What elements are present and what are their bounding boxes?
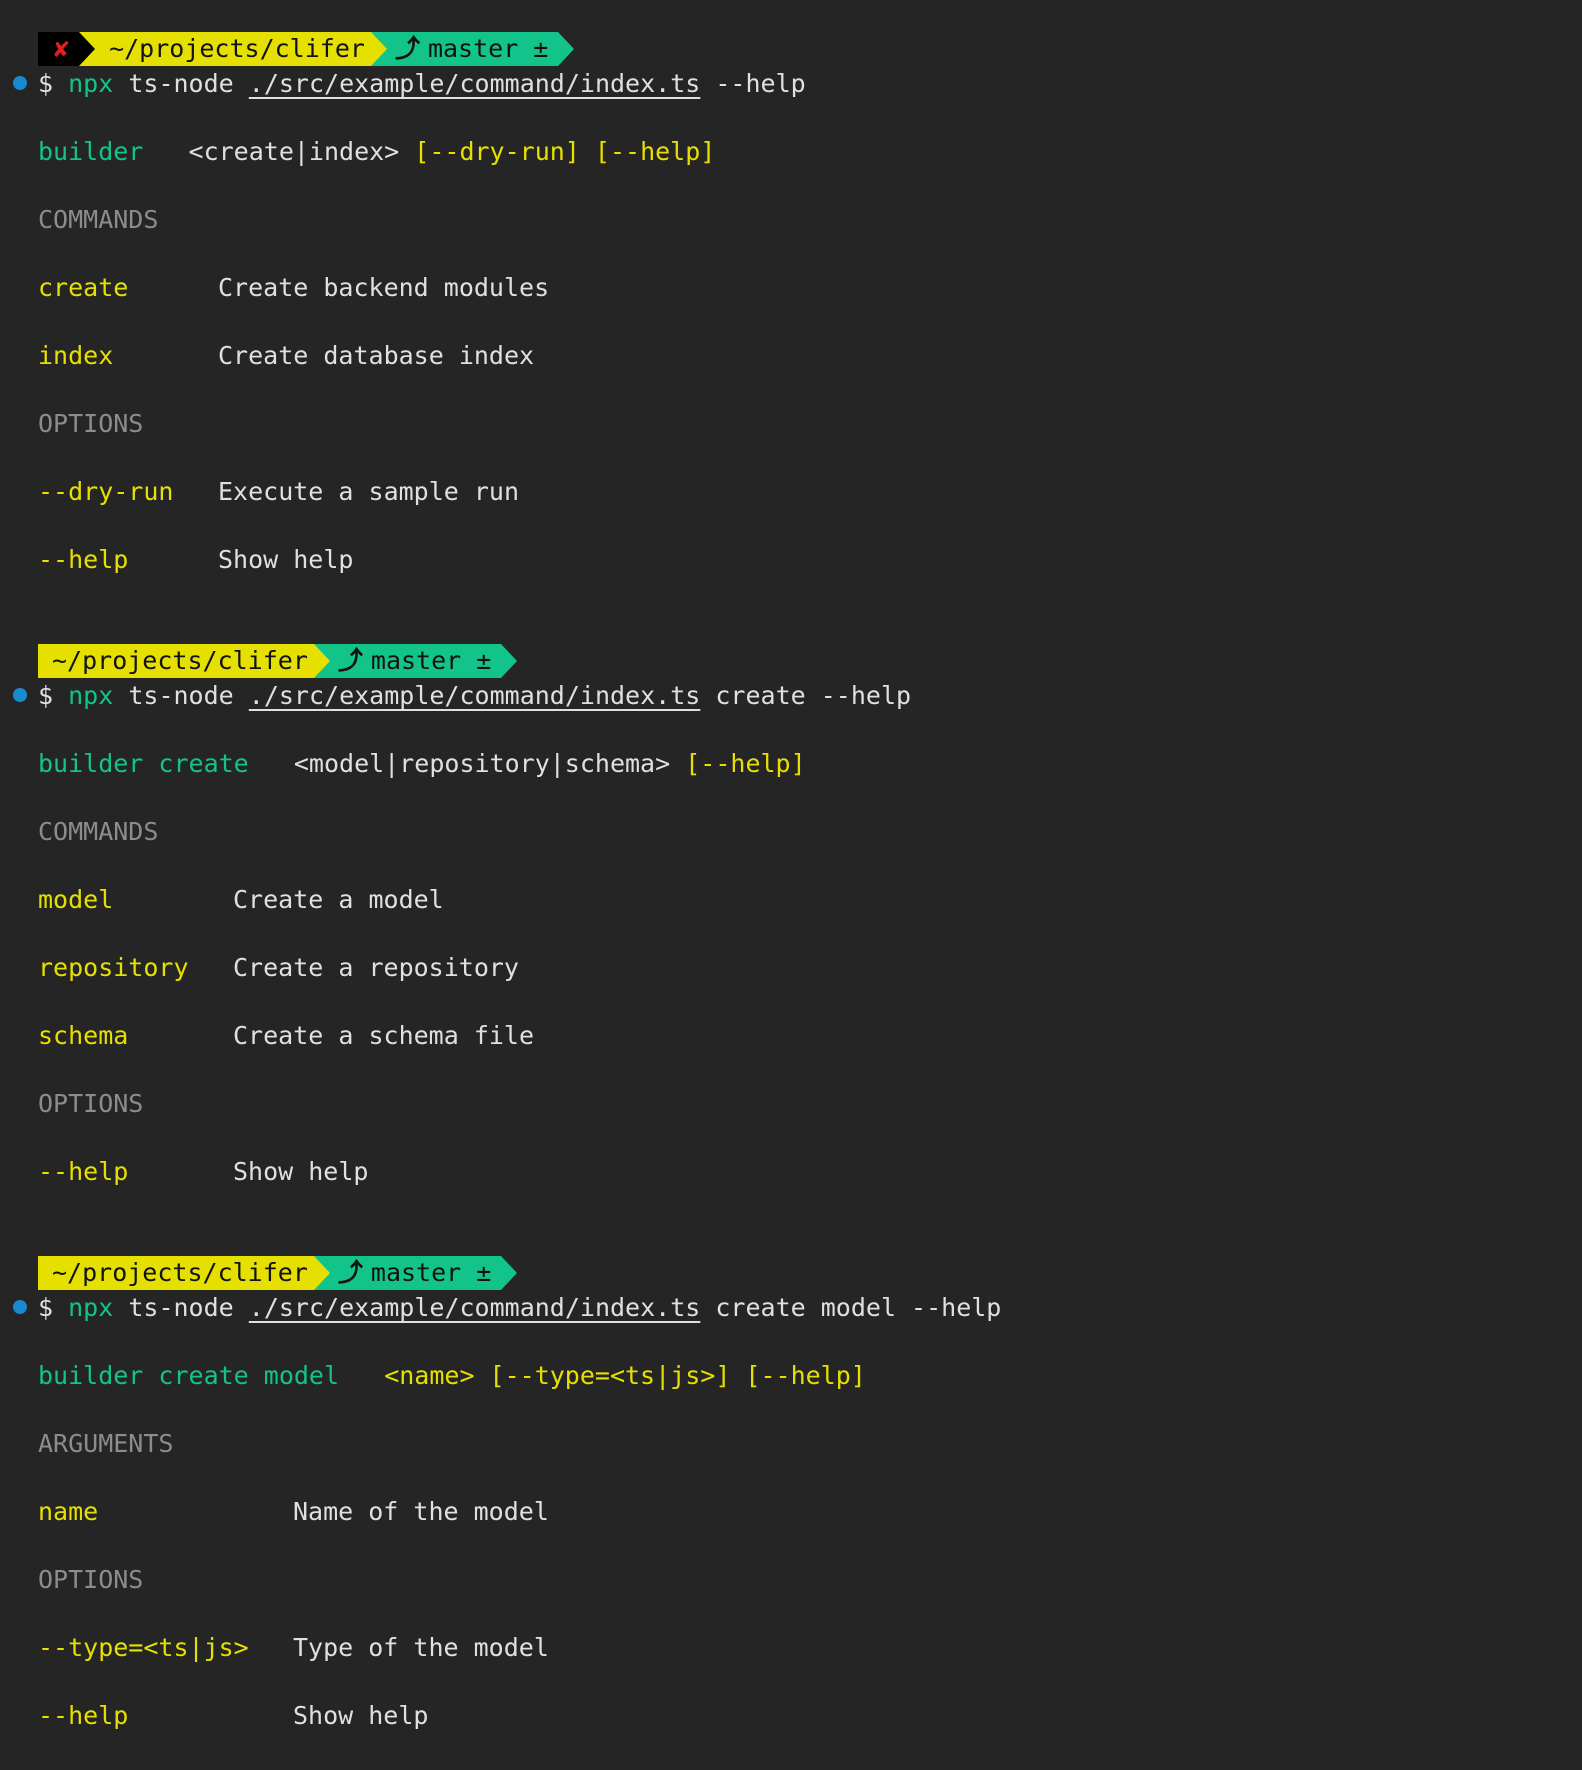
- list-item: name Name of the model: [38, 1495, 549, 1529]
- usage-options: [--dry-run] [--help]: [414, 137, 716, 166]
- item-desc: Type of the model: [293, 1633, 549, 1662]
- item-desc: Create a model: [233, 885, 444, 914]
- prompt-path: ~/projects/clifer: [38, 644, 314, 678]
- terminal-window[interactable]: ✘ ~/projects/clifer ⤴ master ± $ npx ts-n…: [0, 0, 1582, 1770]
- item-key: --type=<ts|js>: [38, 1633, 249, 1662]
- command-npx: npx: [68, 681, 114, 710]
- usage-synopsis: <create|index>: [188, 137, 400, 166]
- list-item: repository Create a repository: [38, 951, 519, 985]
- list-item: --help Show help: [38, 543, 353, 577]
- item-desc: Execute a sample run: [218, 477, 520, 506]
- item-desc: Create backend modules: [218, 273, 550, 302]
- prompt-status-dot: [13, 688, 27, 702]
- item-desc: Create database index: [218, 341, 535, 370]
- item-key: schema: [38, 1021, 129, 1050]
- item-desc: Show help: [218, 545, 354, 574]
- item-desc: Create a schema file: [233, 1021, 535, 1050]
- git-branch-icon: ⤴: [394, 34, 420, 63]
- command-ts-node: ts-node: [128, 681, 234, 710]
- prompt-dollar: $: [38, 1293, 54, 1322]
- item-key: index: [38, 341, 114, 370]
- command-line-2: $ npx ts-node ./src/example/command/inde…: [38, 679, 911, 713]
- prompt-separator: [79, 32, 96, 66]
- usage-line-3: builder create model <name> [--type=<ts|…: [38, 1359, 866, 1393]
- usage-program-name: builder: [38, 137, 144, 166]
- section-heading: COMMANDS: [38, 205, 159, 234]
- prompt-separator: [313, 644, 330, 678]
- item-key: --help: [38, 545, 129, 574]
- prompt-git: ⤴ master ±: [386, 32, 559, 66]
- command-args: --help: [715, 69, 806, 98]
- prompt-dollar: $: [38, 69, 54, 98]
- command-ts-node: ts-node: [128, 1293, 234, 1322]
- git-branch-icon: ⤴: [337, 646, 363, 675]
- command-file-path[interactable]: ./src/example/command/index.ts: [249, 69, 701, 98]
- prompt-separator: [501, 644, 518, 678]
- list-item: model Create a model: [38, 883, 444, 917]
- prompt-bar-1: ✘ ~/projects/clifer ⤴ master ±: [38, 32, 575, 66]
- command-file-path[interactable]: ./src/example/command/index.ts: [249, 681, 701, 710]
- list-item: --help Show help: [38, 1155, 368, 1189]
- item-desc: Name of the model: [293, 1497, 549, 1526]
- item-key: create: [38, 273, 129, 302]
- list-item: --help Show help: [38, 1699, 428, 1733]
- usage-options: <name> [--type=<ts|js>] [--help]: [384, 1361, 866, 1390]
- prompt-git: ⤴ master ±: [329, 644, 502, 678]
- command-ts-node: ts-node: [128, 69, 234, 98]
- item-key: name: [38, 1497, 99, 1526]
- usage-program-name: builder create: [38, 749, 249, 778]
- list-item: create Create backend modules: [38, 271, 549, 305]
- list-item: schema Create a schema file: [38, 1019, 534, 1053]
- item-desc: Show help: [233, 1157, 369, 1186]
- usage-synopsis: <model|repository|schema>: [293, 749, 671, 778]
- usage-program-name: builder create model: [38, 1361, 340, 1390]
- prompt-separator: [313, 1256, 330, 1290]
- usage-line-2: builder create <model|repository|schema>…: [38, 747, 806, 781]
- section-heading: OPTIONS: [38, 1565, 144, 1594]
- command-args: create --help: [715, 681, 912, 710]
- usage-options: [--help]: [685, 749, 806, 778]
- prompt-branch: master ±: [370, 1258, 492, 1287]
- prompt-branch: master ±: [370, 646, 492, 675]
- list-item: --type=<ts|js> Type of the model: [38, 1631, 549, 1665]
- usage-line-1: builder <create|index> [--dry-run] [--he…: [38, 135, 715, 169]
- list-item: index Create database index: [38, 339, 534, 373]
- item-key: --dry-run: [38, 477, 174, 506]
- section-heading: ARGUMENTS: [38, 1429, 174, 1458]
- item-key: model: [38, 885, 114, 914]
- command-file-path[interactable]: ./src/example/command/index.ts: [249, 1293, 701, 1322]
- prompt-bar-3: ~/projects/clifer ⤴ master ±: [38, 1256, 518, 1290]
- prompt-separator: [370, 32, 387, 66]
- prompt-path: ~/projects/clifer: [38, 1256, 314, 1290]
- section-heading: OPTIONS: [38, 409, 144, 438]
- item-desc: Show help: [293, 1701, 429, 1730]
- prompt-branch: master ±: [427, 34, 549, 63]
- item-desc: Create a repository: [233, 953, 519, 982]
- command-line-3: $ npx ts-node ./src/example/command/inde…: [38, 1291, 1001, 1325]
- prompt-separator: [558, 32, 575, 66]
- prompt-bar-2: ~/projects/clifer ⤴ master ±: [38, 644, 518, 678]
- prompt-path: ~/projects/clifer: [95, 32, 371, 66]
- command-line-1: $ npx ts-node ./src/example/command/inde…: [38, 67, 806, 101]
- error-icon: ✘: [38, 32, 80, 66]
- prompt-separator: [501, 1256, 518, 1290]
- prompt-status-dot: [13, 1300, 27, 1314]
- command-npx: npx: [68, 69, 114, 98]
- command-args: create model --help: [715, 1293, 1002, 1322]
- prompt-git: ⤴ master ±: [329, 1256, 502, 1290]
- item-key: --help: [38, 1157, 129, 1186]
- section-heading: OPTIONS: [38, 1089, 144, 1118]
- list-item: --dry-run Execute a sample run: [38, 475, 519, 509]
- item-key: --help: [38, 1701, 129, 1730]
- prompt-dollar: $: [38, 681, 54, 710]
- prompt-status-dot: [13, 76, 27, 90]
- git-branch-icon: ⤴: [337, 1258, 363, 1287]
- item-key: repository: [38, 953, 189, 982]
- command-npx: npx: [68, 1293, 114, 1322]
- section-heading: COMMANDS: [38, 817, 159, 846]
